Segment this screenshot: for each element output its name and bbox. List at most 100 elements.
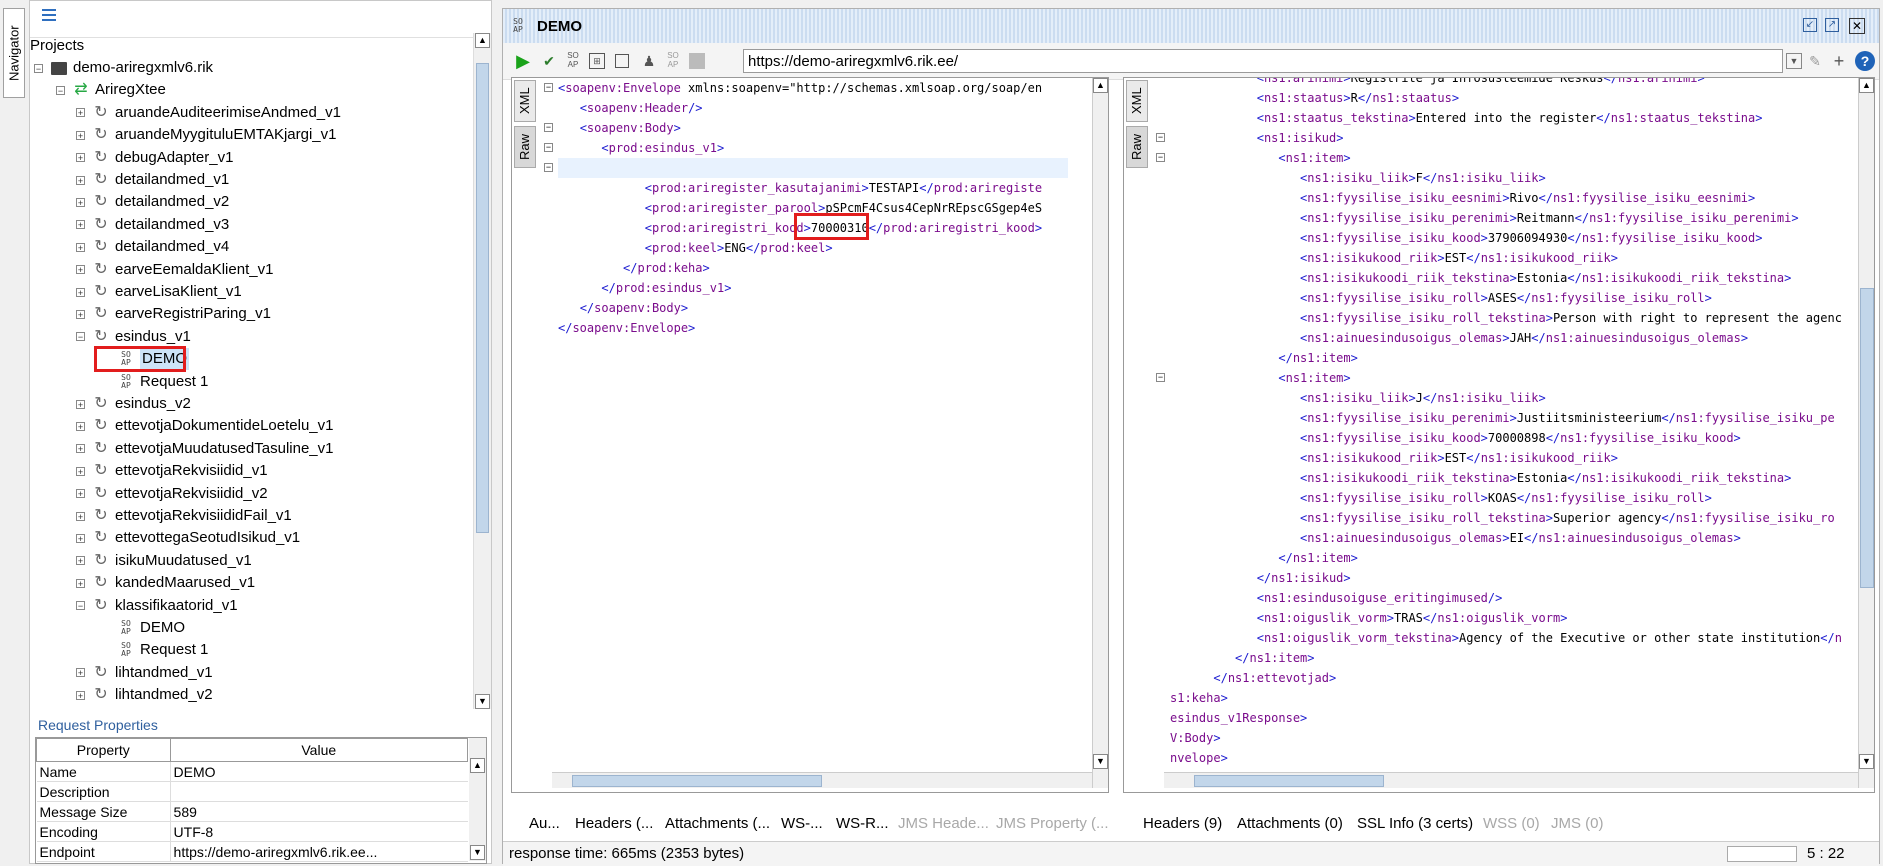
tree-item[interactable]: + ↻ ettevotjaRekvisiidid_v1 [76,460,268,482]
list-view-icon[interactable] [42,9,56,21]
bottom-tab[interactable]: Headers (9) [1143,815,1222,832]
fold-icon[interactable]: − [1156,153,1165,162]
props-scroll-up-icon[interactable]: ▲ [470,758,485,773]
expand-icon[interactable]: + [76,690,85,700]
expand-icon[interactable]: + [76,197,85,207]
property-row[interactable]: Endpoint https://demo-ariregxmlv6.rik.ee.… [36,841,468,862]
tree-item[interactable]: − ⇄ AriregXtee [56,79,166,101]
bottom-tab[interactable]: Au... [529,815,560,832]
expand-icon[interactable]: + [76,287,85,297]
tree-item[interactable]: SO AP Request 1 [100,371,208,393]
soap-icon-disabled[interactable]: SO AP [663,51,683,71]
add-icon[interactable]: + [1829,51,1849,71]
tree-item[interactable]: SO AP Request 1 [100,639,208,661]
tree-scroll-thumb[interactable] [476,63,489,533]
tree-item[interactable]: + ↻ aruandeAuditeerimiseAndmed_v1 [76,102,341,124]
tree-item[interactable]: + ↻ esindus_v2 [76,393,191,415]
tree-item[interactable]: + ↻ detailandmed_v1 [76,169,229,191]
url-dropdown-icon[interactable]: ▼ [1786,53,1802,69]
navigator-tab[interactable]: Navigator [3,8,25,98]
property-row[interactable]: Name DEMO [36,761,468,782]
bottom-tab[interactable]: JMS (0) [1551,815,1604,832]
expand-icon[interactable]: + [76,130,85,140]
property-row[interactable]: Description [36,781,468,802]
request-raw-tab[interactable]: Raw [514,126,536,168]
format-icon[interactable]: ⊞ [589,53,605,69]
fold-icon[interactable]: − [544,83,553,92]
expand-icon[interactable]: + [76,242,85,252]
tree-item[interactable]: − ↻ esindus_v1 [76,326,191,348]
expand-icon[interactable]: + [76,265,85,275]
collapse-icon[interactable]: − [76,601,85,611]
expand-icon[interactable]: + [76,578,85,588]
tree-item[interactable]: + ↻ detailandmed_v4 [76,236,229,258]
req-hscroll-thumb[interactable] [572,775,822,787]
request-xml-tab[interactable]: XML [514,80,536,122]
req-scroll-down-icon[interactable]: ▼ [1093,754,1108,769]
tree-item[interactable]: SO AP DEMO [94,346,189,373]
tree-item[interactable]: + ↻ ettevotjaDokumentideLoetelu_v1 [76,415,333,437]
cancel-icon[interactable] [689,53,705,69]
bottom-tab[interactable]: JMS Property (... [996,815,1109,832]
collapse-icon[interactable]: − [34,63,43,73]
response-raw-tab[interactable]: Raw [1126,126,1148,168]
resp-vscroll-thumb[interactable] [1860,288,1874,588]
bottom-tab[interactable]: JMS Heade... [898,815,989,832]
expand-icon[interactable]: + [76,399,85,409]
response-xml-pane[interactable]: XML Raw − − − <ns1:arinimi>Registrite ja I… [1123,77,1875,793]
bottom-tab[interactable]: SSL Info (3 certs) [1357,815,1473,832]
tree-item[interactable]: + ↻ debugAdapter_v1 [76,147,233,169]
tree-item[interactable]: + ↻ ettevotjaRekvisiididFail_v1 [76,505,292,527]
collapse-icon[interactable]: − [56,85,65,95]
bottom-tab[interactable]: WS-... [781,815,823,832]
user-icon[interactable]: ♟ [639,51,659,71]
req-scroll-up-icon[interactable]: ▲ [1093,78,1108,93]
fold-icon[interactable]: − [1156,373,1165,382]
response-xml-tab[interactable]: XML [1126,80,1148,122]
expand-icon[interactable]: + [76,153,85,163]
response-hscroll[interactable] [1164,772,1858,788]
tree-item[interactable]: + ↻ ettevottegaSeotudIsikud_v1 [76,527,300,549]
fold-icon[interactable]: − [1156,133,1165,142]
tree-item[interactable]: − demo-ariregxmlv6.rik [34,57,213,79]
tree-item[interactable]: + ↻ detailandmed_v3 [76,214,229,236]
tree-item[interactable]: + ↻ lihtandmed_v1 [76,662,213,684]
expand-icon[interactable]: + [76,220,85,230]
value-column-header[interactable]: Value [169,738,469,762]
tree-item[interactable]: + ↻ earveLisaKlient_v1 [76,281,242,303]
tree-item[interactable]: + ↻ isikuMuudatused_v1 [76,550,252,572]
response-code[interactable]: <ns1:arinimi>Registrite ja Infosüsteemid… [1170,78,1856,768]
run-play-icon[interactable]: ▶ [513,51,533,71]
tree-scrollbar[interactable]: ▲ ▼ [473,33,491,709]
expand-icon[interactable]: + [76,668,85,678]
props-scroll-down-icon[interactable]: ▼ [470,845,485,860]
property-column-header[interactable]: Property [36,738,171,762]
scroll-up-arrow-icon[interactable]: ▲ [475,33,490,48]
tree-item[interactable]: + ↻ kandedMaarused_v1 [76,572,255,594]
scroll-down-arrow-icon[interactable]: ▼ [475,694,490,709]
help-icon[interactable]: ? [1855,51,1875,71]
bottom-tab[interactable]: Attachments (... [665,815,770,832]
tree-item[interactable]: − ↻ klassifikaatorid_v1 [76,595,238,617]
bottom-tab[interactable]: Headers (... [575,815,653,832]
fold-icon[interactable]: − [544,143,553,152]
request-code[interactable]: <soapenv:Envelope xmlns:soapenv="http://… [558,78,1042,338]
minimize-icon[interactable]: ↙ [1803,18,1817,32]
tree-item[interactable]: + ↻ detailandmed_v2 [76,191,229,213]
expand-icon[interactable]: + [76,489,85,499]
bottom-tab[interactable]: Attachments (0) [1237,815,1343,832]
expand-icon[interactable]: + [76,175,85,185]
expand-icon[interactable]: + [76,511,85,521]
property-row[interactable]: Encoding UTF-8 [36,821,468,842]
property-row[interactable]: Message Size 589 [36,801,468,822]
fold-icon[interactable]: − [544,123,553,132]
tree-item[interactable]: + ↻ earveRegistriParing_v1 [76,303,271,325]
expand-icon[interactable]: + [76,421,85,431]
edit-endpoint-icon[interactable]: ✎ [1805,51,1825,71]
expand-icon[interactable]: + [76,108,85,118]
tree-item[interactable]: SO AP DEMO [100,617,185,639]
resp-scroll-up-icon[interactable]: ▲ [1859,78,1874,93]
expand-icon[interactable]: + [76,444,85,454]
props-scrollbar[interactable]: ▲ ▼ [469,738,486,861]
request-xml-pane[interactable]: XML Raw − − − − <soapenv:Envelope xmlns:soa… [511,77,1109,793]
